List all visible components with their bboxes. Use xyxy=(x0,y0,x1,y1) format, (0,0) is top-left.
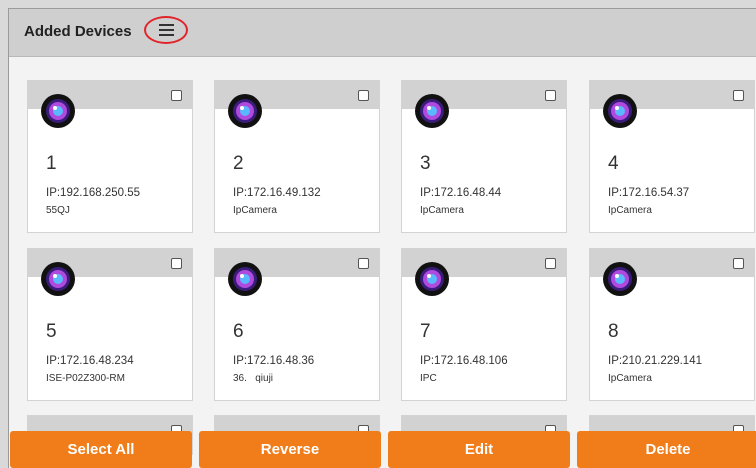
device-ip: IP:192.168.250.55 xyxy=(46,187,140,199)
device-number: 2 xyxy=(233,153,244,174)
camera-lens-icon xyxy=(41,262,75,296)
menu-button[interactable] xyxy=(144,16,188,44)
device-number: 5 xyxy=(46,321,57,342)
device-card[interactable]: 8 IP:210.21.229.141 IpCamera xyxy=(589,248,755,401)
device-name: 55QJ xyxy=(46,205,70,216)
device-ip: IP:210.21.229.141 xyxy=(608,355,702,367)
camera-lens-icon xyxy=(415,94,449,128)
page-title: Added Devices xyxy=(24,23,132,40)
delete-button[interactable]: Delete xyxy=(577,431,756,468)
device-ip: IP:172.16.48.106 xyxy=(420,355,508,367)
device-ip: IP:172.16.48.36 xyxy=(233,355,315,367)
device-grid: 1 IP:192.168.250.55 55QJ 2 IP:172.16.49.… xyxy=(9,57,756,468)
app-frame: Added Devices 1 IP:192.168.250.55 55QJ 2… xyxy=(8,8,756,468)
select-checkbox[interactable] xyxy=(171,258,182,269)
reverse-button[interactable]: Reverse xyxy=(199,431,381,468)
camera-lens-icon xyxy=(603,262,637,296)
device-number: 3 xyxy=(420,153,431,174)
device-card[interactable]: 6 IP:172.16.48.36 36. qiuji xyxy=(214,248,380,401)
device-number: 7 xyxy=(420,321,431,342)
device-name: IpCamera xyxy=(608,205,652,216)
camera-lens-icon xyxy=(415,262,449,296)
camera-lens-icon xyxy=(228,262,262,296)
device-number: 4 xyxy=(608,153,619,174)
select-checkbox[interactable] xyxy=(358,90,369,101)
action-bar: Select All Reverse Edit Delete xyxy=(9,431,756,468)
device-ip: IP:172.16.54.37 xyxy=(608,187,690,199)
hamburger-menu-icon-bar xyxy=(159,29,174,31)
device-name: 36. qiuji xyxy=(233,373,274,384)
select-checkbox[interactable] xyxy=(545,90,556,101)
device-name: IpCamera xyxy=(608,373,652,384)
header-bar: Added Devices xyxy=(9,9,756,57)
device-card[interactable]: 1 IP:192.168.250.55 55QJ xyxy=(27,80,193,233)
hamburger-menu-icon-bar xyxy=(159,34,174,36)
select-checkbox[interactable] xyxy=(358,258,369,269)
device-name: IpCamera xyxy=(420,205,464,216)
device-name: ISE-P02Z300-RM xyxy=(46,373,125,384)
device-name: IpCamera xyxy=(233,205,277,216)
select-checkbox[interactable] xyxy=(171,90,182,101)
device-number: 8 xyxy=(608,321,619,342)
device-card[interactable]: 3 IP:172.16.48.44 IpCamera xyxy=(401,80,567,233)
select-all-button[interactable]: Select All xyxy=(10,431,192,468)
camera-lens-icon xyxy=(603,94,637,128)
camera-lens-icon xyxy=(41,94,75,128)
camera-lens-icon xyxy=(228,94,262,128)
device-number: 6 xyxy=(233,321,244,342)
device-card[interactable]: 5 IP:172.16.48.234 ISE-P02Z300-RM xyxy=(27,248,193,401)
device-name: IPC xyxy=(420,373,437,384)
select-checkbox[interactable] xyxy=(545,258,556,269)
hamburger-menu-icon xyxy=(159,24,174,26)
device-number: 1 xyxy=(46,153,57,174)
edit-button[interactable]: Edit xyxy=(388,431,570,468)
device-card[interactable]: 4 IP:172.16.54.37 IpCamera xyxy=(589,80,755,233)
select-checkbox[interactable] xyxy=(733,258,744,269)
device-ip: IP:172.16.48.44 xyxy=(420,187,502,199)
device-ip: IP:172.16.48.234 xyxy=(46,355,134,367)
device-card[interactable]: 7 IP:172.16.48.106 IPC xyxy=(401,248,567,401)
device-card[interactable]: 2 IP:172.16.49.132 IpCamera xyxy=(214,80,380,233)
select-checkbox[interactable] xyxy=(733,90,744,101)
device-ip: IP:172.16.49.132 xyxy=(233,187,321,199)
